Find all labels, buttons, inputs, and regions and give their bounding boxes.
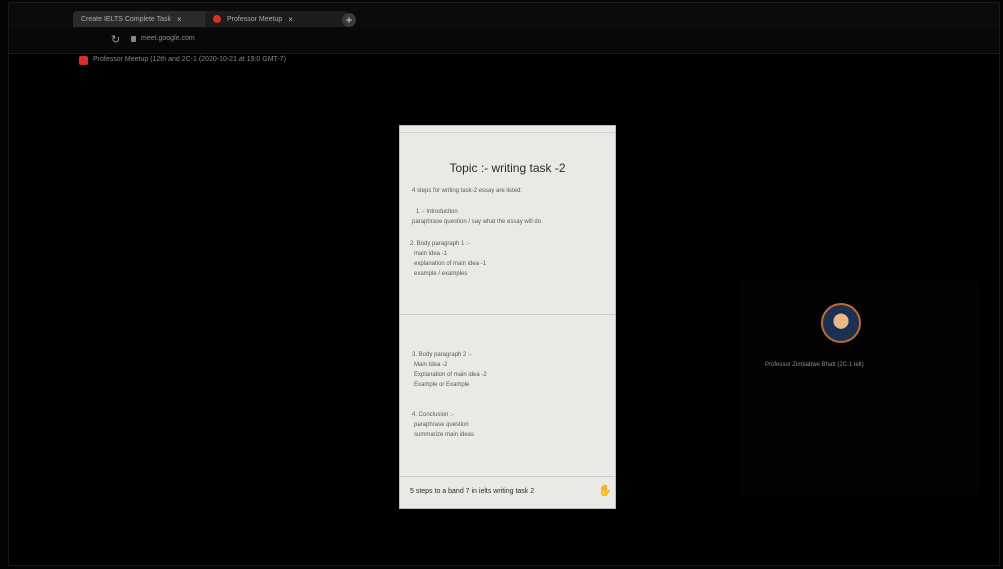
reload-icon[interactable]: ↻ [111,33,120,46]
document-line: 1 :- Introduction [416,209,458,215]
address-bar[interactable]: ↻ meet.google.com [9,29,999,54]
close-icon[interactable]: × [177,15,182,24]
document-line: paraphrase question / say what the essay… [412,219,542,225]
document-line: Explanation of main idea -2 [414,372,487,378]
document-line: main idea -1 [414,251,448,257]
screen-frame: Create IELTS Complete Task × Professor M… [8,2,1000,566]
document-line: summarize main ideas [414,432,475,438]
participant-name: Professor Zimbabwe Bhatt (2C-1 ielt) [765,362,864,368]
divider [400,132,615,133]
document-line: 4 steps for writing task-2 essay are lis… [412,188,523,194]
document-caption: 5 steps to a band 7 in ielts writing tas… [410,488,535,495]
document-line: 3. Body paragraph 2 :- [412,352,472,358]
divider [400,476,615,477]
tab-label: Professor Meetup [227,15,283,23]
tab-ielts[interactable]: Create IELTS Complete Task × [73,11,215,27]
meet-recording-icon [213,15,221,23]
meeting-title: Professor Meetup (12th and 2C-1 (2020-10… [93,56,286,63]
document-line: 4. Conclusion :- [412,412,454,418]
document-line: Main Idea -2 [414,362,448,368]
lock-icon [131,36,136,42]
page-break [400,314,615,315]
shared-document: Topic :- writing task -2 4 steps for wri… [399,125,616,509]
tab-label: Create IELTS Complete Task [81,15,172,23]
raise-hand-icon[interactable]: ✋ [598,484,612,497]
new-tab-icon[interactable]: + [342,13,356,27]
meet-recording-icon [79,56,88,65]
document-line: paraphrase question [414,422,469,428]
document-line: Example or Example [414,382,470,388]
participant-tile[interactable] [739,281,979,495]
document-line: example / examples [414,271,468,277]
close-icon[interactable]: × [288,15,293,24]
document-line: explanation of main idea -1 [414,261,487,267]
avatar [821,303,861,343]
document-title: Topic :- writing task -2 [449,161,566,175]
tab-meet[interactable]: Professor Meetup × [205,11,347,27]
url-text[interactable]: meet.google.com [141,35,195,42]
document-line: 2. Body paragraph 1 :- [410,241,470,247]
tab-bar: Create IELTS Complete Task × Professor M… [9,3,999,29]
meeting-title-bar: Professor Meetup (12th and 2C-1 (2020-10… [9,53,999,69]
